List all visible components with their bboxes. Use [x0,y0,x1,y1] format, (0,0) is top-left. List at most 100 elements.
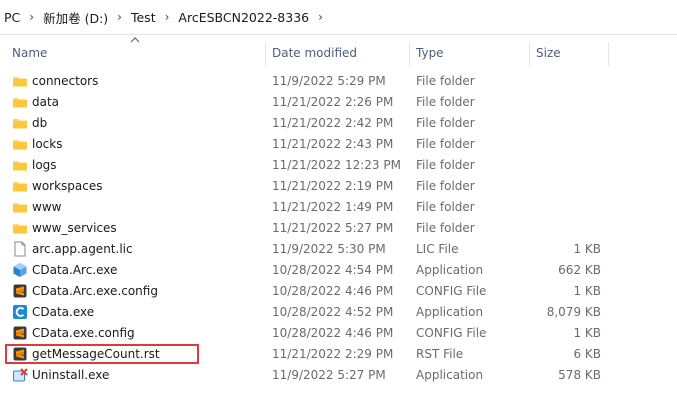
file-size: 662 KB [558,263,601,277]
file-row[interactable]: CData.exe.config 10/28/2022 4:46 PM CONFIG… [0,323,677,344]
folder-icon [12,220,28,236]
file-size: 6 KB [573,347,601,361]
file-name: workspaces [32,179,103,193]
file-name: data [32,95,60,109]
file-name: connectors [32,74,99,88]
breadcrumb-item-current-folder[interactable]: ArcESBCN2022-8336 [178,10,309,25]
chevron-right-icon[interactable]: › [318,10,323,24]
file-size: 1 KB [573,326,601,340]
file-type: RST File [416,347,464,361]
file-row[interactable]: logs 11/21/2022 12:23 PM File folder [0,155,677,176]
file-name: logs [32,158,57,172]
column-divider[interactable] [529,42,530,66]
column-header-row: Name Date modified Type Size [0,42,677,66]
file-row[interactable]: Uninstall.exe 11/9/2022 5:27 PM Applicatio… [0,365,677,386]
column-divider[interactable] [409,42,410,66]
file-list: connectors 11/9/2022 5:29 PM File folder da… [0,71,677,386]
file-name: Uninstall.exe [32,368,110,382]
file-date-modified: 11/21/2022 2:29 PM [272,347,394,361]
chevron-right-icon[interactable]: › [165,10,170,24]
file-type: File folder [416,158,475,172]
file-date-modified: 11/21/2022 1:49 PM [272,200,394,214]
column-header-size[interactable]: Size [536,42,561,64]
column-header-name[interactable]: Name [12,42,47,64]
folder-icon [12,178,28,194]
file-type: Application [416,263,484,277]
file-name: CData.exe.config [32,326,135,340]
file-date-modified: 11/21/2022 2:19 PM [272,179,394,193]
file-name: CData.Arc.exe.config [32,284,158,298]
file-type: CONFIG File [416,326,487,340]
file-row[interactable]: CData.exe 10/28/2022 4:52 PM Application 8,… [0,302,677,323]
file-size: 1 KB [573,284,601,298]
file-type: File folder [416,221,475,235]
document-icon [12,241,28,257]
file-date-modified: 11/21/2022 2:43 PM [272,137,394,151]
file-type: CONFIG File [416,284,487,298]
file-name: CData.Arc.exe [32,263,118,277]
breadcrumb-item-pc[interactable]: PC [4,10,20,25]
cdata-app-icon [12,304,28,320]
column-divider[interactable] [608,42,609,66]
file-name: www [32,200,62,214]
folder-icon [12,199,28,215]
file-row[interactable]: CData.Arc.exe 10/28/2022 4:54 PM Applicati… [0,260,677,281]
breadcrumb-item-test[interactable]: Test [131,10,156,25]
file-name: arc.app.agent.lic [32,242,133,256]
file-size: 1 KB [573,242,601,256]
file-row[interactable]: connectors 11/9/2022 5:29 PM File folder [0,71,677,92]
file-type: File folder [416,95,475,109]
file-name: www_services [32,221,117,235]
file-type: File folder [416,179,475,193]
file-date-modified: 10/28/2022 4:46 PM [272,326,394,340]
file-date-modified: 11/21/2022 12:23 PM [272,158,401,172]
file-date-modified: 10/28/2022 4:52 PM [272,305,394,319]
folder-icon [12,115,28,131]
folder-icon [12,94,28,110]
file-type: LIC File [416,242,459,256]
file-type: File folder [416,137,475,151]
file-date-modified: 11/21/2022 2:26 PM [272,95,394,109]
file-size: 8,079 KB [546,305,601,319]
file-type: Application [416,305,484,319]
file-date-modified: 11/9/2022 5:30 PM [272,242,386,256]
highlight-box [5,344,199,364]
file-date-modified: 10/28/2022 4:46 PM [272,284,394,298]
file-type: File folder [416,74,475,88]
file-row[interactable]: www_services 11/21/2022 5:27 PM File folde… [0,218,677,239]
file-name: locks [32,137,63,151]
file-row[interactable]: www 11/21/2022 1:49 PM File folder [0,197,677,218]
file-name: db [32,116,48,130]
folder-icon [12,73,28,89]
file-explorer-window: PC › 新加卷 (D:) › Test › ArcESBCN2022-8336… [0,0,677,404]
column-header-type[interactable]: Type [416,42,444,64]
file-size: 578 KB [558,368,601,382]
column-divider[interactable] [265,42,266,66]
file-row[interactable]: arc.app.agent.lic 11/9/2022 5:30 PM LIC Fi… [0,239,677,260]
file-date-modified: 11/9/2022 5:27 PM [272,368,386,382]
chevron-right-icon[interactable]: › [117,10,122,24]
sublime-file-icon [12,325,28,341]
file-type: Application [416,368,484,382]
file-row[interactable]: locks 11/21/2022 2:43 PM File folder [0,134,677,155]
file-date-modified: 11/9/2022 5:29 PM [272,74,386,88]
file-date-modified: 10/28/2022 4:54 PM [272,263,394,277]
uninstall-icon [12,367,28,383]
cube-app-icon [12,262,28,278]
folder-icon [12,136,28,152]
file-date-modified: 11/21/2022 5:27 PM [272,221,394,235]
file-type: File folder [416,116,475,130]
file-name: CData.exe [32,305,95,319]
file-row[interactable]: db 11/21/2022 2:42 PM File folder [0,113,677,134]
file-row[interactable]: workspaces 11/21/2022 2:19 PM File folder [0,176,677,197]
file-row[interactable]: CData.Arc.exe.config 10/28/2022 4:46 PM CO… [0,281,677,302]
breadcrumb: PC › 新加卷 (D:) › Test › ArcESBCN2022-8336… [0,0,677,35]
chevron-right-icon[interactable]: › [29,10,34,24]
file-date-modified: 11/21/2022 2:42 PM [272,116,394,130]
file-row[interactable]: data 11/21/2022 2:26 PM File folder [0,92,677,113]
sublime-file-icon [12,283,28,299]
folder-icon [12,157,28,173]
breadcrumb-item-drive[interactable]: 新加卷 (D:) [43,8,108,27]
column-header-date[interactable]: Date modified [272,42,357,64]
file-type: File folder [416,200,475,214]
